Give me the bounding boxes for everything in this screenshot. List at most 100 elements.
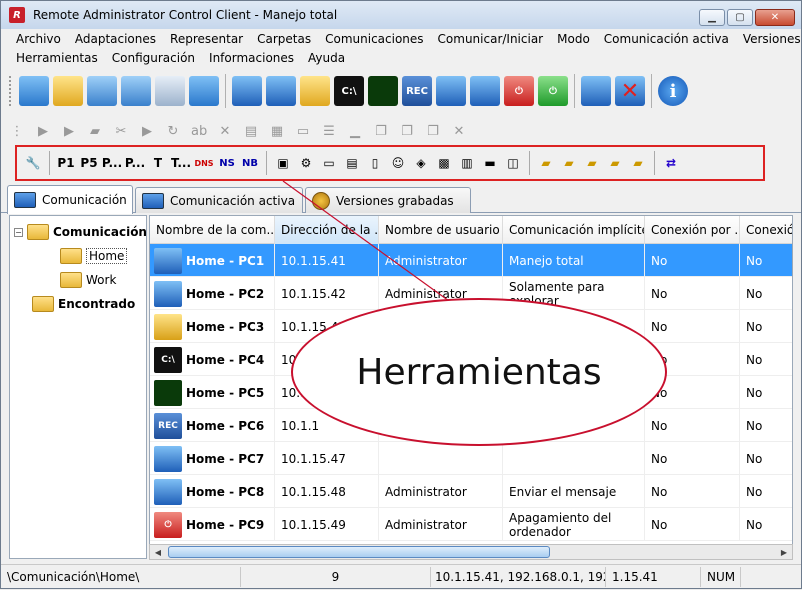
close-all-icon[interactable]: ✕ (451, 124, 467, 139)
ping-n-button[interactable]: P... (102, 152, 122, 174)
ns-lookup-button[interactable]: NS (217, 152, 237, 174)
ping-custom-button[interactable]: P... (125, 152, 145, 174)
menu-archivo[interactable]: Archivo (9, 32, 68, 46)
menu-comunicaciones[interactable]: Comunicaciones (318, 32, 430, 46)
monitor-tool-icon[interactable]: ▬ (480, 152, 500, 174)
tree-node-work[interactable]: Work (60, 272, 116, 288)
play-icon[interactable]: ▶ (35, 124, 51, 139)
print-icon[interactable]: ▤ (243, 124, 259, 139)
services-icon[interactable]: ⚙ (296, 152, 316, 174)
computer-info-icon[interactable]: ▭ (319, 152, 339, 174)
menu-herramientas[interactable]: Herramientas (9, 51, 105, 65)
connect-icon[interactable] (19, 76, 49, 106)
chat-icon[interactable] (436, 76, 466, 106)
shutdown-tool-icon[interactable]: ▣ (273, 152, 293, 174)
tasks-icon[interactable]: ▤ (342, 152, 362, 174)
menu-carpetas[interactable]: Carpetas (250, 32, 318, 46)
cut-icon[interactable]: ✂ (113, 124, 129, 139)
menu-ayuda[interactable]: Ayuda (301, 51, 352, 65)
column-header-user[interactable]: Nombre de usuario (379, 216, 503, 244)
menu-comunicacion-activa[interactable]: Comunicación activa (597, 32, 736, 46)
toolbar-grip[interactable] (9, 76, 13, 106)
restore-icon[interactable]: ❐ (373, 124, 389, 139)
ping-1-button[interactable]: P1 (56, 152, 76, 174)
table-row[interactable]: Home - PC1 10.1.15.41 Administrator Manejo … (150, 244, 792, 277)
tab-comunicacion[interactable]: Comunicación (7, 185, 133, 214)
trace-button[interactable]: T (148, 152, 168, 174)
scroll-left-icon[interactable]: ◀ (150, 545, 166, 559)
collapse-icon[interactable]: − (14, 227, 23, 237)
grid-view-icon[interactable]: ▦ (269, 124, 285, 139)
scroll-right-icon[interactable]: ▶ (776, 545, 792, 559)
tile-icon[interactable]: ❐ (425, 124, 441, 139)
console-icon[interactable]: C:\ (334, 76, 364, 106)
tree-node-comunicacion[interactable]: − Comunicación (14, 224, 147, 240)
folder-close-icon[interactable]: ▰ (628, 152, 648, 174)
minimize-button[interactable]: ▁ (699, 9, 725, 26)
devices-icon[interactable]: ▯ (365, 152, 385, 174)
terminal-icon[interactable]: ▩ (434, 152, 454, 174)
tools-icon[interactable]: 🔧 (23, 152, 43, 174)
tab-versiones-grabadas[interactable]: Versiones grabadas (305, 187, 471, 213)
details-view-icon[interactable]: ☰ (321, 124, 337, 139)
folder-d-icon[interactable]: ▰ (559, 152, 579, 174)
cascade-icon[interactable]: ❐ (399, 124, 415, 139)
minimize-all-icon[interactable]: ▁ (347, 124, 363, 139)
table-row[interactable]: Home - PC8 10.1.15.48 Administrator Enviar … (150, 475, 792, 508)
folder-c-icon[interactable]: ▰ (536, 152, 556, 174)
find-computer-icon[interactable] (87, 76, 117, 106)
horizontal-scrollbar[interactable]: ◀ ▶ (149, 544, 793, 560)
users-icon[interactable]: ☺ (388, 152, 408, 174)
registry-icon[interactable]: ▥ (457, 152, 477, 174)
menu-adaptaciones[interactable]: Adaptaciones (68, 32, 163, 46)
rename-icon[interactable]: ab (191, 124, 207, 139)
close-button[interactable]: ✕ (755, 9, 795, 26)
trace-custom-button[interactable]: T... (171, 152, 191, 174)
menu-informaciones[interactable]: Informaciones (202, 51, 301, 65)
forward-icon[interactable]: ▶ (139, 124, 155, 139)
play2-icon[interactable]: ▶ (61, 124, 77, 139)
scroll-thumb[interactable] (168, 546, 550, 558)
column-header-name[interactable]: Nombre de la com... (150, 216, 275, 244)
swap-icon[interactable]: ⇄ (661, 152, 681, 174)
message-icon[interactable] (470, 76, 500, 106)
list-view-icon[interactable]: ▭ (295, 124, 311, 139)
menu-configuracion[interactable]: Configuración (105, 51, 202, 65)
tree-node-home[interactable]: Home (60, 248, 128, 264)
maximize-button[interactable]: ▢ (727, 9, 753, 26)
menu-modo[interactable]: Modo (550, 32, 597, 46)
refresh-icon[interactable]: ↻ (165, 124, 181, 139)
scan-network-icon[interactable] (121, 76, 151, 106)
add-group-icon[interactable] (53, 76, 83, 106)
menu-comunicar-iniciar[interactable]: Comunicar/Iniciar (431, 32, 551, 46)
info-icon[interactable]: i (658, 76, 688, 106)
table-row[interactable]: Home - PC7 10.1.15.47 No No (150, 442, 792, 475)
menu-versiones[interactable]: Versiones (736, 32, 802, 46)
folder-e-icon[interactable]: ▰ (582, 152, 602, 174)
open-folder-icon[interactable]: ▰ (87, 124, 103, 139)
wake-on-lan-icon[interactable]: ⏻ (538, 76, 568, 106)
cd-icon[interactable] (581, 76, 611, 106)
nb-stat-button[interactable]: NB (240, 152, 260, 174)
tab-comunicacion-activa[interactable]: Comunicación activa (135, 187, 303, 213)
full-control-icon[interactable] (232, 76, 262, 106)
view-only-icon[interactable] (266, 76, 296, 106)
tree-node-encontrado[interactable]: Encontrado (32, 296, 135, 312)
record-icon[interactable]: REC (402, 76, 432, 106)
column-header-connection-by[interactable]: Conexión por ... (645, 216, 740, 244)
power-off-icon[interactable]: ⏻ (504, 76, 534, 106)
disconnect-icon[interactable]: ✕ (615, 76, 645, 106)
dns-ip-button[interactable]: DNS (194, 152, 214, 174)
menu-representar[interactable]: Representar (163, 32, 250, 46)
column-header-address[interactable]: Dirección de la ... (275, 216, 379, 244)
column-header-connection[interactable]: Conexión (740, 216, 792, 244)
delete-icon[interactable]: ✕ (217, 124, 233, 139)
package-icon[interactable]: ◫ (503, 152, 523, 174)
monitor-graph-icon[interactable] (368, 76, 398, 106)
ping-5-button[interactable]: P5 (79, 152, 99, 174)
properties-icon[interactable] (155, 76, 185, 106)
column-header-mode[interactable]: Comunicación implícite (503, 216, 645, 244)
folder-other-icon[interactable]: ▰ (605, 152, 625, 174)
settings-icon[interactable] (189, 76, 219, 106)
network-icon[interactable]: ◈ (411, 152, 431, 174)
